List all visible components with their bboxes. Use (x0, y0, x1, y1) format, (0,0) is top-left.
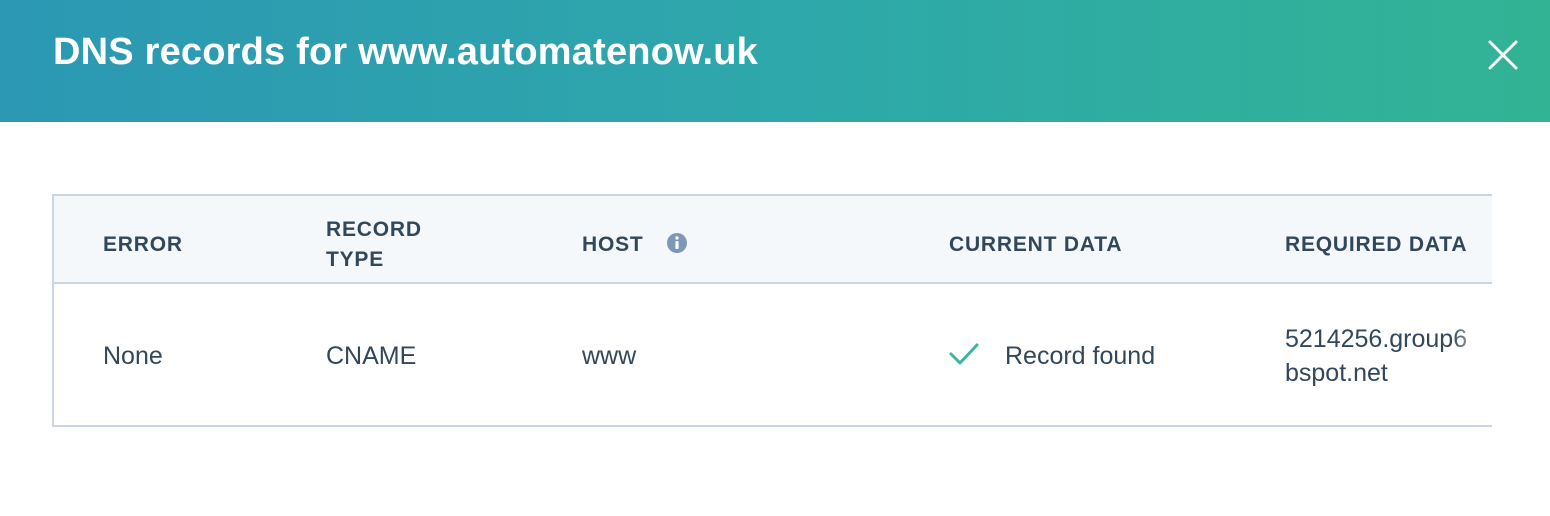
close-button[interactable] (1481, 33, 1525, 77)
cell-error: None (103, 342, 163, 370)
cell-current-data: Record found (1005, 342, 1156, 370)
check-icon (949, 343, 979, 365)
cell-host: www (582, 342, 637, 370)
cell-required-data: 5214256.group6 bspot.net (1285, 322, 1467, 390)
modal-title: DNS records for www.automatenow.uk (53, 31, 758, 73)
column-header-record-type: RECORD TYPE (326, 215, 422, 275)
modal-header: DNS records for www.automatenow.uk (0, 0, 1550, 122)
close-icon (1488, 40, 1518, 70)
cell-required-data-line1: 5214256.group6 (1285, 325, 1468, 353)
column-header-error: ERROR (103, 233, 183, 256)
table-header-row: ERROR RECORD TYPE HOST CURRENT DATA REQU… (54, 196, 1492, 284)
column-header-host: HOST (582, 233, 644, 256)
cell-required-data-line2: bspot.net (1285, 359, 1388, 387)
column-header-record-type-line2: TYPE (326, 248, 385, 271)
info-icon[interactable] (666, 232, 688, 254)
column-header-current-data: CURRENT DATA (949, 233, 1123, 256)
dns-records-table: ERROR RECORD TYPE HOST CURRENT DATA REQU… (52, 194, 1492, 427)
column-header-record-type-line1: RECORD (326, 218, 422, 241)
cell-record-type: CNAME (326, 342, 417, 370)
column-header-required-data: REQUIRED DATA (1285, 233, 1468, 256)
